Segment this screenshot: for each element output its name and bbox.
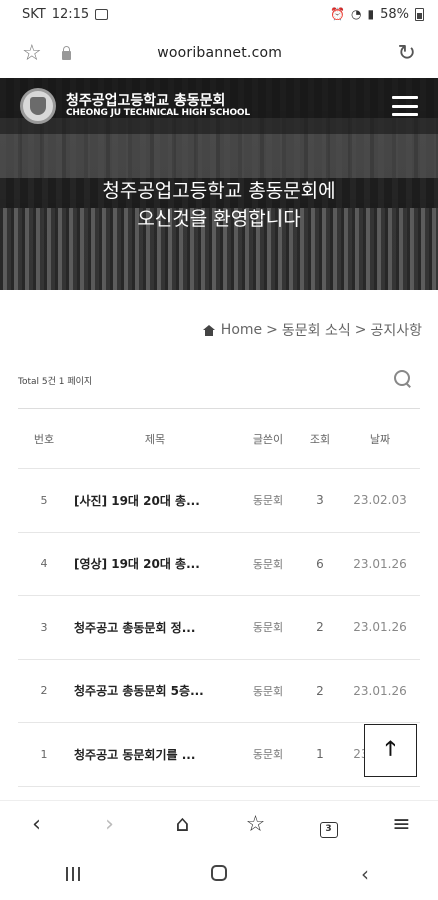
reload-icon[interactable]: ↻ [398, 41, 416, 66]
breadcrumb: Home > 동문회 소식 > 공지사항 [202, 320, 422, 340]
hero-banner: 청주공업고등학교 총동문회 CHEONG JU TECHNICAL HIGH S… [0, 78, 438, 290]
site-header: 청주공업고등학교 총동문회 CHEONG JU TECHNICAL HIGH S… [0, 78, 438, 134]
total-count: Total 5건 1 페이지 [18, 377, 93, 387]
row-no: 2 [40, 684, 48, 698]
row-no: 1 [40, 747, 48, 761]
row-no: 3 [40, 620, 48, 634]
row-views: 1 [316, 747, 324, 762]
table-row[interactable]: 4 [영상] 19대 20대 총... 동문회 6 23.01.26 [18, 533, 420, 596]
arrow-up-icon: 🡑 [385, 735, 396, 760]
notice-table: 번호 제목 글쓴이 조회 날짜 5 [사진] 19대 20대 총... 동문회 … [18, 408, 420, 787]
col-header-no: 번호 [33, 432, 55, 446]
breadcrumb-home[interactable]: Home [221, 322, 262, 338]
search-icon[interactable] [394, 370, 412, 388]
col-header-views: 조회 [309, 432, 331, 446]
menu-more-icon[interactable]: ≡ [382, 812, 422, 837]
row-author: 동문회 [252, 748, 284, 762]
battery-icon [415, 7, 424, 21]
col-header-author: 글쓴이 [252, 432, 284, 446]
back-system-icon[interactable]: ‹ [335, 862, 395, 886]
row-author: 동문회 [252, 557, 284, 571]
scroll-to-top-button[interactable]: 🡑 [364, 724, 417, 777]
menu-icon[interactable] [392, 96, 418, 116]
recent-apps-button[interactable] [43, 862, 103, 886]
gallery-notification-icon [95, 8, 109, 20]
back-icon[interactable]: ‹ [17, 812, 57, 837]
browser-url-bar[interactable]: ☆ wooribannet.com ↻ [0, 30, 438, 76]
table-row[interactable]: 3 청주공고 총동문회 정... 동문회 2 23.01.26 [18, 596, 420, 660]
url-text[interactable]: wooribannet.com [157, 45, 282, 61]
row-title-link[interactable]: [영상] 19대 20대 총... [70, 555, 236, 572]
battery-percent: 58% [380, 6, 409, 22]
home-icon[interactable] [202, 324, 215, 336]
welcome-message: 청주공업고등학교 총동문회에 오신것을 환영합니다 [0, 178, 438, 233]
school-name-en: CHEONG JU TECHNICAL HIGH SCHOOL [66, 107, 250, 118]
home-button-icon[interactable]: ⌂ [163, 812, 203, 837]
col-header-title: 제목 [144, 432, 166, 446]
row-title-link[interactable]: 청주공고 총동문회 5층... [70, 682, 236, 699]
breadcrumb-section[interactable]: 동문회 소식 [282, 320, 351, 340]
signal-icon: ▮ [367, 7, 375, 21]
bookmarks-icon[interactable]: ☆ [236, 812, 276, 837]
row-no: 5 [40, 493, 48, 507]
school-name-kr: 청주공업고등학교 총동문회 [66, 92, 226, 109]
row-no: 4 [40, 557, 48, 571]
row-date: 23.01.26 [353, 620, 407, 635]
table-header: 번호 제목 글쓴이 조회 날짜 [18, 409, 420, 469]
row-views: 6 [316, 556, 324, 571]
row-title-link[interactable]: 청주공고 동문회기를 ... [70, 746, 236, 763]
wifi-icon: ◔ [351, 7, 362, 21]
row-author: 동문회 [252, 494, 284, 508]
row-views: 3 [316, 493, 324, 508]
tabs-icon: 3 [319, 821, 338, 838]
browser-toolbar: ‹ › ⌂ ☆ 3 ≡ [0, 800, 438, 848]
table-row[interactable]: 2 청주공고 총동문회 5층... 동문회 2 23.01.26 [18, 660, 420, 723]
table-row[interactable]: 5 [사진] 19대 20대 총... 동문회 3 23.02.03 [18, 469, 420, 533]
row-author: 동문회 [252, 621, 284, 635]
clock: 12:15 [51, 6, 90, 22]
breadcrumb-current: 공지사항 [370, 323, 422, 339]
row-views: 2 [316, 620, 324, 635]
row-title-link[interactable]: [사진] 19대 20대 총... [70, 492, 236, 509]
bookmark-star-icon[interactable]: ☆ [22, 41, 42, 66]
breadcrumb-separator: > [266, 322, 278, 338]
welcome-line-2: 오신것을 환영합니다 [137, 207, 301, 230]
row-views: 2 [316, 683, 324, 698]
table-row[interactable]: 1 청주공고 동문회기를 ... 동문회 1 23.01.26 [18, 723, 420, 787]
row-date: 23.02.03 [353, 493, 407, 508]
status-bar: SKT 12:15 ⏰ ◔ ▮ 58% [0, 0, 438, 28]
col-header-date: 날짜 [369, 432, 391, 446]
school-emblem-logo[interactable] [20, 88, 56, 124]
tabs-button[interactable]: 3 [309, 812, 349, 838]
breadcrumb-separator: > [354, 322, 367, 338]
welcome-line-1: 청주공업고등학교 총동문회에 [102, 180, 336, 202]
row-author: 동문회 [252, 684, 284, 698]
row-title-link[interactable]: 청주공고 총동문회 정... [70, 619, 236, 636]
alarm-icon: ⏰ [330, 7, 345, 21]
row-date: 23.01.26 [353, 683, 407, 698]
system-navigation-bar: ‹ [0, 848, 438, 900]
row-date: 23.01.26 [353, 556, 407, 571]
forward-icon[interactable]: › [90, 812, 130, 837]
carrier-label: SKT [22, 6, 46, 22]
lock-icon [62, 46, 71, 60]
site-brand[interactable]: 청주공업고등학교 총동문회 CHEONG JU TECHNICAL HIGH S… [66, 94, 250, 118]
home-system-button[interactable] [189, 862, 249, 886]
